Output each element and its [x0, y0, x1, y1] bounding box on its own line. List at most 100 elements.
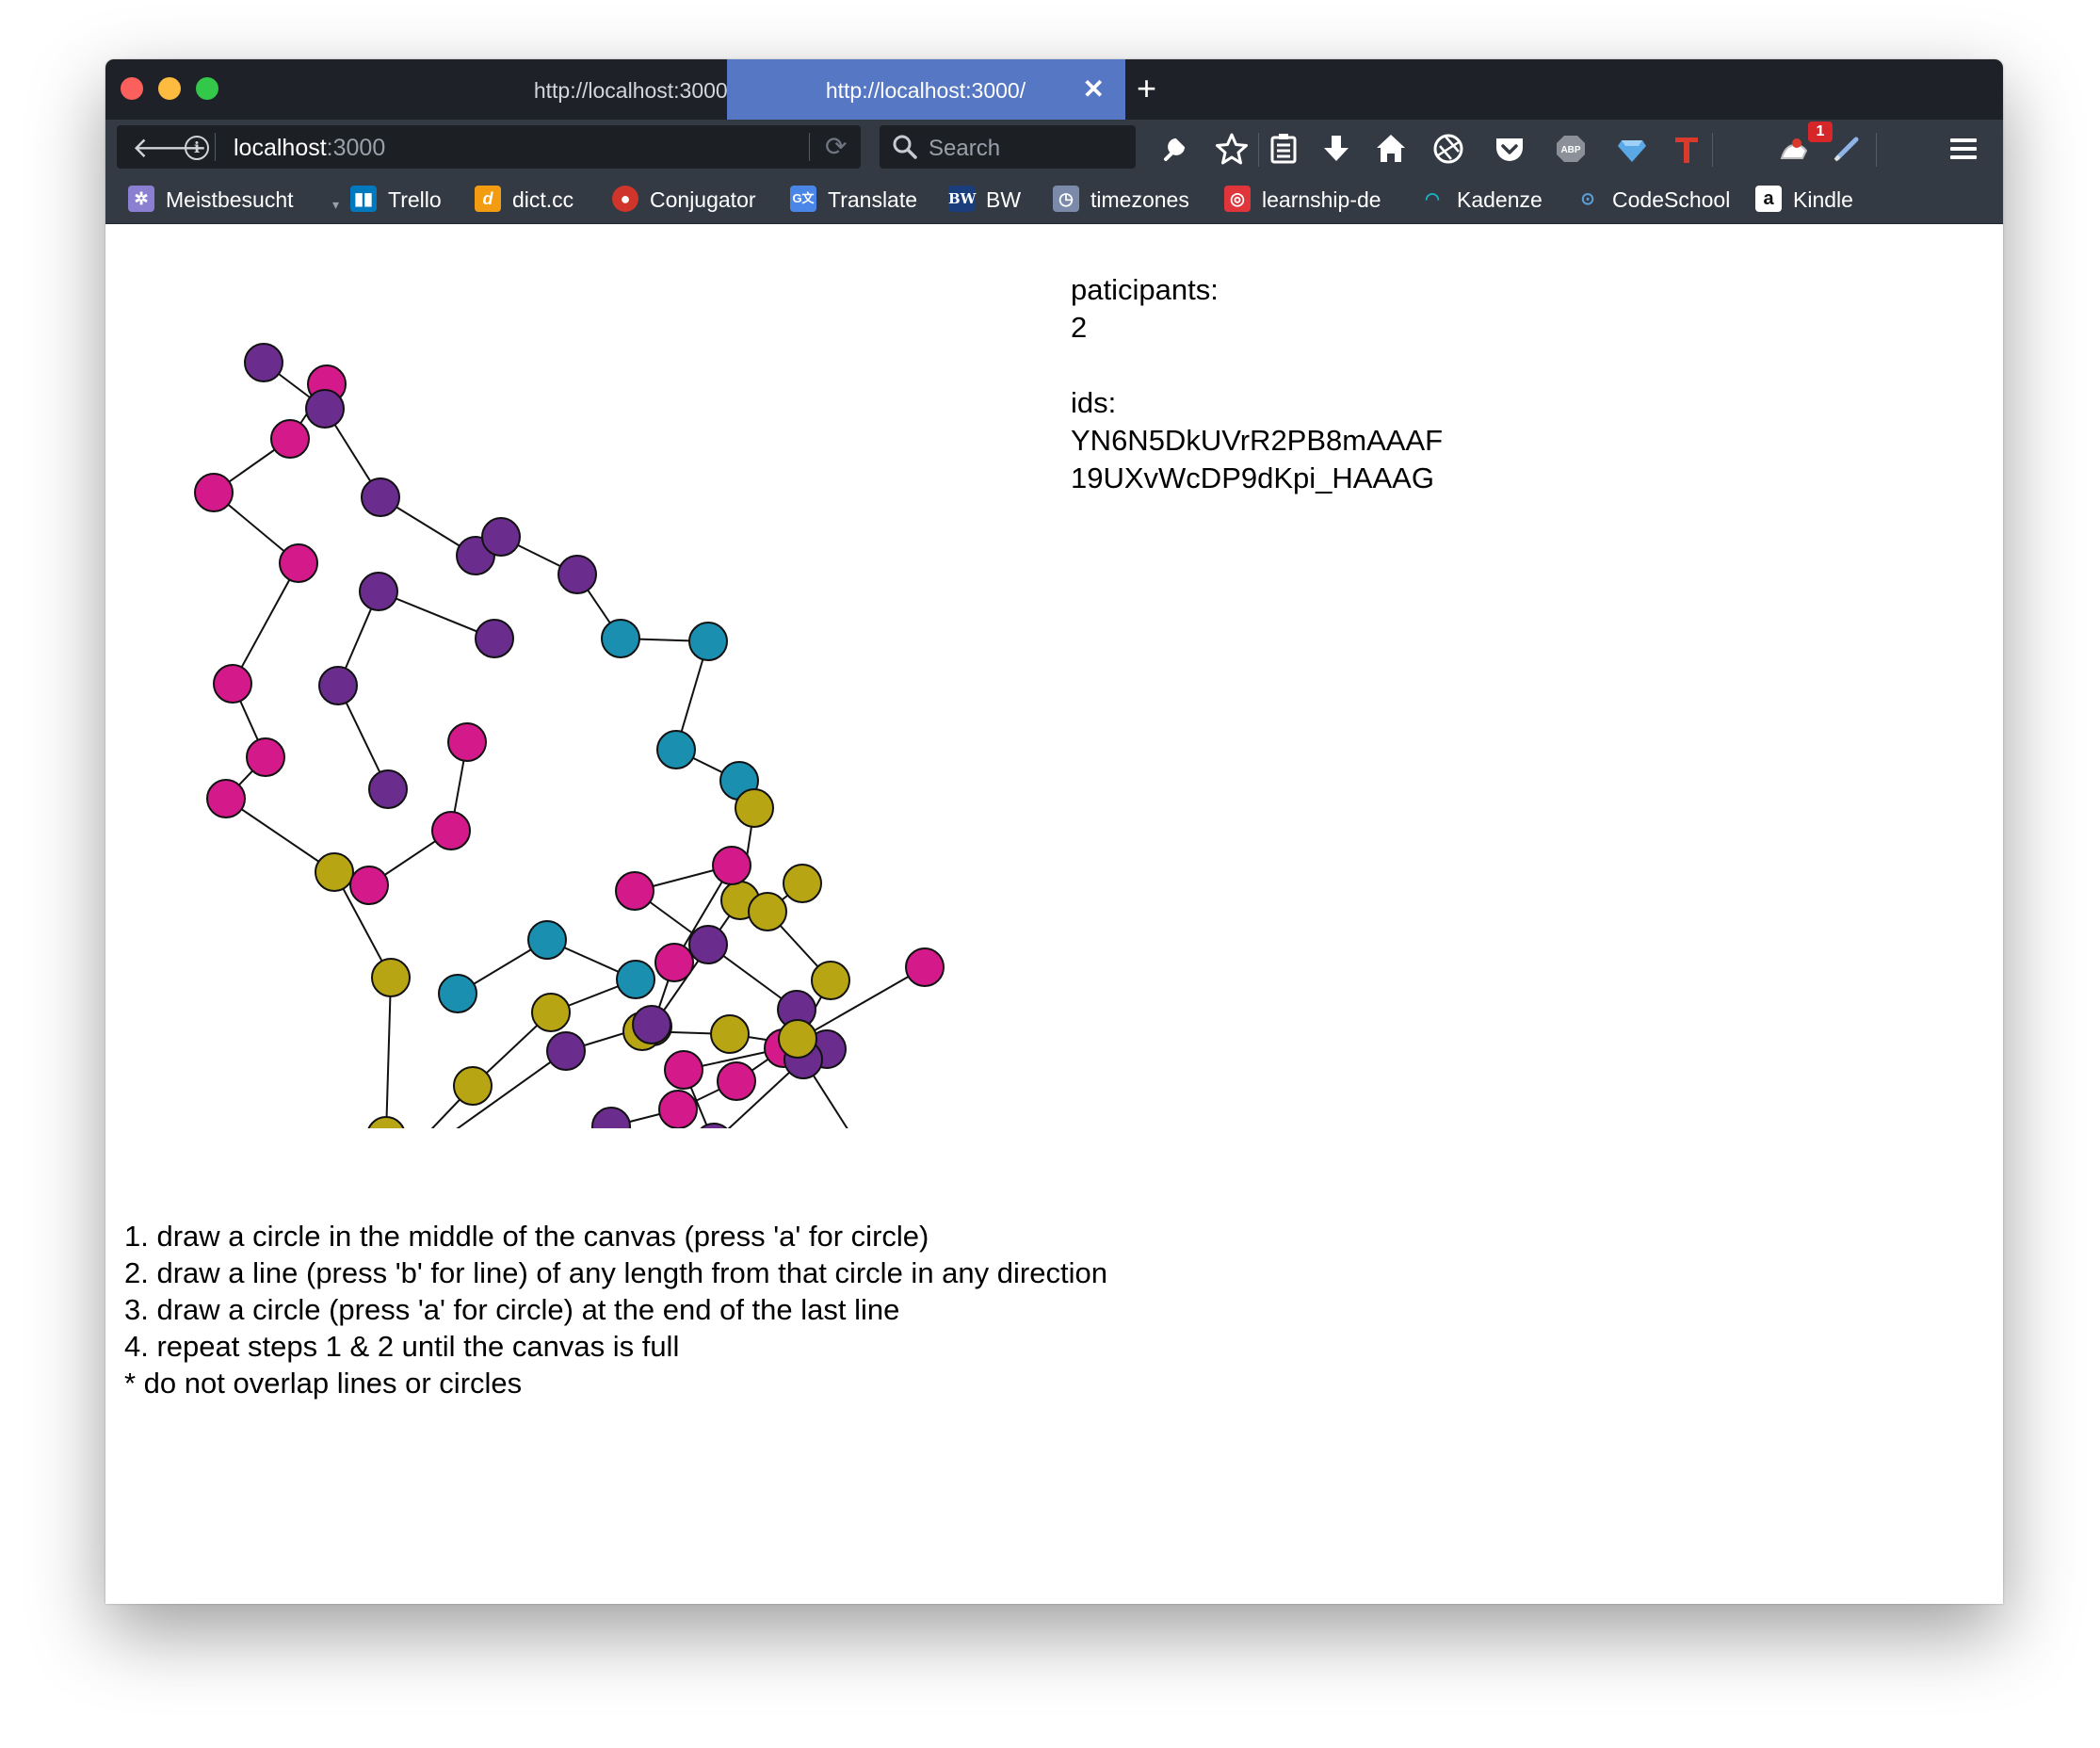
drawn-circle	[371, 958, 411, 997]
url-text[interactable]: localhost:3000	[234, 135, 385, 162]
drawn-line	[232, 562, 299, 685]
drawn-circle	[213, 664, 252, 704]
bookmark-label: dict.cc	[512, 187, 574, 212]
drawn-circle	[315, 852, 354, 892]
kadenze-icon: ◠	[1425, 189, 1440, 208]
drawn-circle	[453, 1066, 493, 1106]
participants-panel: paticipants: 2 ids: YN6N5DkUVrR2PB8mAAAF…	[1071, 271, 1443, 497]
drawn-circle	[531, 993, 571, 1032]
bw-icon: BW	[948, 186, 977, 212]
bookmark-label: Translate	[828, 187, 918, 212]
reading-list-icon[interactable]	[1262, 127, 1305, 170]
drawn-circle	[700, 1123, 728, 1128]
toolbar-separator	[1876, 133, 1877, 167]
minimize-window-button[interactable]	[158, 77, 181, 100]
drawn-circle	[664, 1050, 703, 1090]
page-content: paticipants: 2 ids: YN6N5DkUVrR2PB8mAAAF…	[105, 224, 2003, 1604]
drawn-circle	[748, 892, 787, 931]
drawn-circle	[656, 730, 696, 769]
drawn-circle	[591, 1107, 631, 1128]
clock-icon: ◷	[1053, 186, 1079, 212]
bookmark-label: learnship-de	[1262, 187, 1381, 212]
download-icon[interactable]	[1315, 127, 1358, 170]
drawn-circle	[244, 343, 283, 382]
participant-id: YN6N5DkUVrR2PB8mAAAF	[1071, 424, 1444, 457]
home-icon[interactable]	[1369, 127, 1413, 170]
bookmark-label: Kadenze	[1457, 187, 1543, 212]
pen-icon[interactable]	[1825, 127, 1868, 170]
drawn-circle	[688, 925, 728, 964]
close-window-button[interactable]	[121, 77, 143, 100]
drawn-circle	[712, 846, 751, 885]
search-placeholder: Search	[929, 136, 1001, 161]
drawn-circle	[735, 788, 774, 828]
new-tab-button[interactable]: +	[1137, 69, 1156, 108]
maximize-window-button[interactable]	[196, 77, 218, 100]
instruction-line: 3. draw a circle (press 'a' for circle) …	[124, 1293, 900, 1326]
bookmark-label: Conjugator	[650, 187, 756, 212]
search-bar[interactable]: Search	[880, 125, 1136, 169]
drawn-circle	[632, 1005, 671, 1044]
drawn-circle	[654, 943, 694, 982]
url-divider	[809, 133, 810, 161]
drawn-circle	[305, 389, 345, 429]
drawn-circle	[361, 477, 400, 517]
learnship-icon: ◎	[1224, 186, 1251, 212]
drawn-circle	[279, 543, 318, 583]
toolbar-separator	[1258, 133, 1259, 167]
star-icon[interactable]	[1210, 127, 1253, 170]
pocket-icon[interactable]	[1488, 127, 1531, 170]
drawn-circle	[349, 866, 389, 905]
address-bar[interactable]: 🡐 i localhost:3000 ⟳	[117, 125, 861, 169]
bookmark-label: Kindle	[1793, 187, 1853, 212]
folder-icon: ✲	[128, 186, 154, 212]
globe-icon[interactable]	[1427, 127, 1470, 170]
drawn-circle	[710, 1014, 750, 1054]
tab-localhost-2-active[interactable]: http://localhost:3000/ ✕	[727, 59, 1125, 120]
instruction-line: * do not overlap lines or circles	[124, 1367, 523, 1400]
drawn-circle	[557, 555, 597, 594]
bookmarks-bar: ✲ Meistbesucht ▾ ▮▮ Trello d dict.cc ● C…	[105, 176, 2003, 224]
bookmark-label: Trello	[388, 187, 442, 212]
participants-count: 2	[1071, 311, 1088, 344]
participants-label: paticipants:	[1071, 273, 1219, 306]
menu-icon[interactable]	[1942, 127, 1985, 170]
url-divider	[215, 133, 216, 161]
drawn-circle	[811, 961, 850, 1000]
wrench-icon[interactable]	[1153, 127, 1196, 170]
drawn-circle	[905, 947, 945, 987]
google-translate-icon: G文	[790, 186, 816, 212]
drawn-circle	[481, 517, 521, 557]
participant-id: 19UXvWcDP9dKpi_HAAAG	[1071, 461, 1434, 494]
navigation-toolbar: 🡐 i localhost:3000 ⟳ Search	[105, 120, 2003, 176]
adblock-icon[interactable]: ABP	[1549, 127, 1592, 170]
reload-icon[interactable]: ⟳	[825, 131, 847, 162]
drawn-circle	[368, 769, 408, 809]
drawing-canvas[interactable]	[105, 224, 1047, 1128]
codeschool-icon: ⊙	[1580, 189, 1595, 208]
search-icon	[893, 135, 917, 159]
drawn-circle	[206, 779, 246, 818]
ids-label: ids:	[1071, 386, 1117, 419]
instructions-list: 1. draw a circle in the middle of the ca…	[124, 1218, 1107, 1401]
tab-title: http://localhost:3000/	[825, 78, 1026, 103]
tab-strip: http://localhost:3000/ ✕ http://localhos…	[105, 59, 2003, 120]
drawn-circle	[318, 666, 358, 705]
bookmark-label: Meistbesucht	[166, 187, 294, 212]
drawn-circle	[367, 1116, 405, 1128]
drawn-circle	[359, 572, 398, 611]
close-tab-icon[interactable]: ✕	[1083, 73, 1105, 105]
adblock-label: ABP	[1560, 145, 1580, 155]
drawn-circle	[246, 737, 285, 777]
trello-icon: ▮▮	[350, 186, 377, 212]
drawn-circle	[270, 419, 310, 459]
info-icon[interactable]: i	[185, 136, 209, 160]
bookmark-label: timezones	[1090, 187, 1189, 212]
amazon-icon: a	[1755, 186, 1782, 212]
dictcc-icon: d	[475, 186, 501, 212]
gem-icon[interactable]	[1610, 127, 1654, 170]
drawn-circle	[431, 811, 471, 850]
drawn-circle	[688, 622, 728, 661]
text-icon[interactable]	[1665, 127, 1708, 170]
